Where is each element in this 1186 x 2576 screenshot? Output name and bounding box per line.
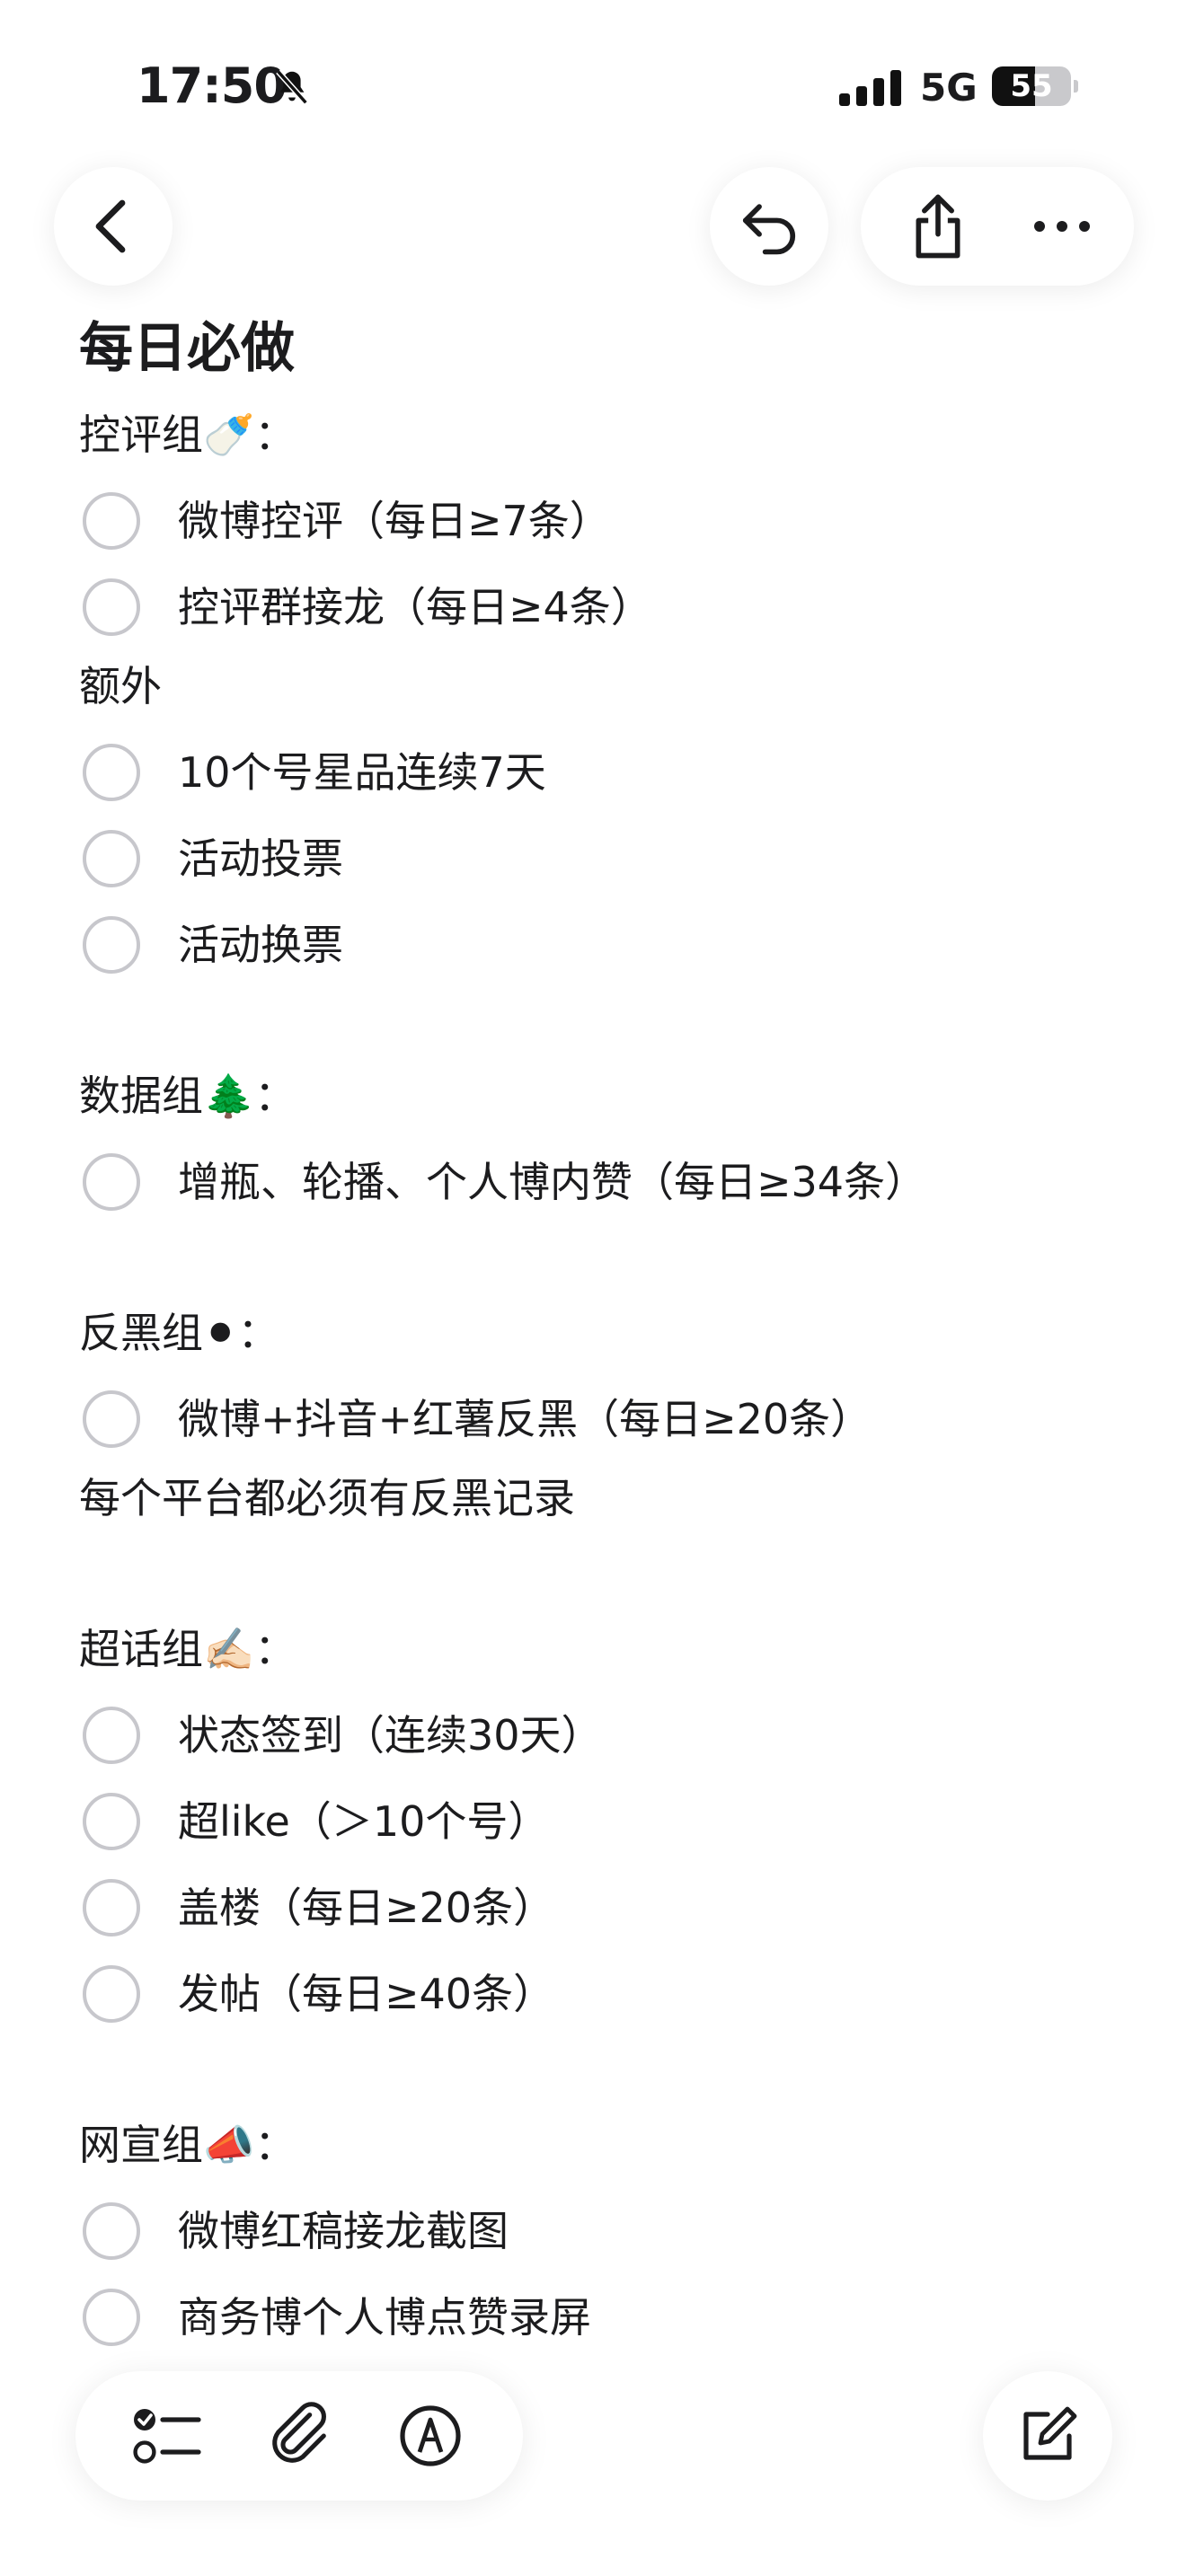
checklist-item-text: 增瓶、轮播、个人博内赞（每日≥34条） xyxy=(178,1158,927,1206)
checkbox[interactable] xyxy=(83,1707,140,1764)
checkbox[interactable] xyxy=(83,578,140,636)
share-button[interactable] xyxy=(893,181,983,271)
checklist-item[interactable]: 发帖（每日≥40条） xyxy=(79,1951,1139,2037)
checklist-item-text: 控评群接龙（每日≥4条） xyxy=(178,583,652,631)
section-label: 额外 xyxy=(79,662,162,710)
checklist-item[interactable]: 状态签到（连续30天） xyxy=(79,1692,1139,1778)
checklist-item[interactable]: 增瓶、轮播、个人博内赞（每日≥34条） xyxy=(79,1139,1139,1225)
checkbox[interactable] xyxy=(83,1965,140,2023)
action-pill xyxy=(861,167,1134,286)
checklist-item-text: 微博控评（每日≥7条） xyxy=(178,497,611,545)
bottom-toolbar xyxy=(75,2371,523,2501)
checklist-item-text: 盖楼（每日≥20条） xyxy=(178,1883,555,1932)
checklist-item-text: 活动投票 xyxy=(178,834,343,883)
section-label: 超话组✍🏻： xyxy=(79,1625,296,1673)
section-label: 网宣组📣： xyxy=(79,2121,296,2169)
section-label: 控评组🍼： xyxy=(79,410,296,459)
checkbox[interactable] xyxy=(83,830,140,887)
compose-icon xyxy=(1023,2406,1077,2460)
checklist-item[interactable]: 盖楼（每日≥20条） xyxy=(79,1865,1139,1951)
checklist-item[interactable]: 微博+抖音+红薯反黑（每日≥20条） xyxy=(79,1376,1139,1462)
chevron-left-icon xyxy=(95,199,126,253)
checkbox[interactable] xyxy=(83,1793,140,1850)
battery-body: 55 xyxy=(992,66,1071,106)
battery-indicator: 55 xyxy=(992,66,1078,106)
checklist-item-text: 10个号星品连续7天 xyxy=(178,748,546,797)
checklist-item-text: 微博红稿接龙截图 xyxy=(178,2207,509,2255)
checklist-item-text: 状态签到（连续30天） xyxy=(178,1711,603,1760)
undo-icon xyxy=(742,204,796,255)
section-label: 数据组🌲： xyxy=(79,1072,296,1120)
attach-button[interactable] xyxy=(254,2391,344,2481)
share-icon xyxy=(916,194,960,259)
markup-button[interactable] xyxy=(385,2391,475,2481)
checkbox[interactable] xyxy=(83,1390,140,1448)
note-body[interactable]: 每日必做 控评组🍼： 微博控评（每日≥7条） 控评群接龙（每日≥4条） 额外 1… xyxy=(79,313,1139,2360)
back-button[interactable] xyxy=(54,167,173,286)
status-time: 17:50 xyxy=(137,57,288,114)
checklist-item[interactable]: 超like（＞10个号） xyxy=(79,1778,1139,1865)
checklist-item-text: 微博+抖音+红薯反黑（每日≥20条） xyxy=(178,1395,872,1443)
paperclip-icon xyxy=(272,2402,326,2463)
checklist-item[interactable]: 微博控评（每日≥7条） xyxy=(79,478,1139,564)
checkbox[interactable] xyxy=(83,1153,140,1211)
compose-button[interactable] xyxy=(983,2371,1112,2501)
bell-slash-icon xyxy=(276,69,308,105)
checklist-item[interactable]: 控评群接龙（每日≥4条） xyxy=(79,564,1139,650)
battery-cap xyxy=(1074,80,1078,93)
network-type: 5G xyxy=(920,66,978,110)
more-button[interactable] xyxy=(1017,181,1107,271)
signal-icon xyxy=(839,70,901,106)
checklist-item[interactable]: 商务博个人博点赞录屏 xyxy=(79,2274,1139,2360)
checkbox[interactable] xyxy=(83,744,140,801)
checklist-item-text: 发帖（每日≥40条） xyxy=(178,1970,555,2018)
checkbox[interactable] xyxy=(83,2289,140,2346)
checklist-item-text: 商务博个人博点赞录屏 xyxy=(178,2293,591,2342)
battery-percent: 55 xyxy=(1010,68,1053,104)
more-icon xyxy=(1034,221,1090,232)
checkbox[interactable] xyxy=(83,1879,140,1936)
checkbox[interactable] xyxy=(83,916,140,974)
checkbox[interactable] xyxy=(83,492,140,550)
checkbox[interactable] xyxy=(83,2202,140,2260)
checklist-item[interactable]: 活动投票 xyxy=(79,816,1139,902)
note-title: 每日必做 xyxy=(79,317,295,380)
checklist-item[interactable]: 微博红稿接龙截图 xyxy=(79,2188,1139,2274)
section-label: 反黑组⚫： xyxy=(79,1309,279,1357)
checklist-item-text: 超like（＞10个号） xyxy=(178,1797,550,1846)
status-bar: 17:50 5G 55 xyxy=(0,0,1186,162)
markup-pen-icon xyxy=(400,2405,461,2466)
undo-button[interactable] xyxy=(710,167,828,286)
checklist-item[interactable]: 活动换票 xyxy=(79,902,1139,988)
notes-screen: 17:50 5G 55 每日必做 控评组🍼： 微博控评（每日≥7条） 控评群接龙… xyxy=(0,0,1186,2576)
note-text-line: 每个平台都必须有反黑记录 xyxy=(79,1474,575,1522)
checklist-item[interactable]: 10个号星品连续7天 xyxy=(79,729,1139,816)
checklist-item-text: 活动换票 xyxy=(178,921,343,969)
checklist-button[interactable] xyxy=(123,2391,213,2481)
checklist-icon xyxy=(133,2409,201,2464)
